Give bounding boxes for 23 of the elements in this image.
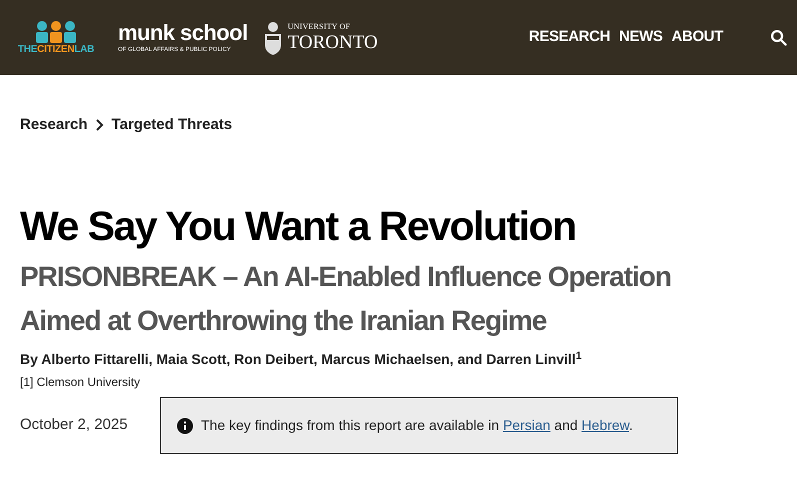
info-icon bbox=[177, 418, 193, 434]
notice-text: The key findings from this report are available in Persian and Hebrew. bbox=[201, 416, 633, 435]
nav-link[interactable]: NEWS bbox=[619, 26, 663, 49]
article-subtitle-line: PRISONBREAK – An AI-Enabled Influence Operation bbox=[20, 260, 672, 294]
citizenlab-logo-text[interactable]: THECITIZENLAB bbox=[18, 44, 94, 54]
byline: By Alberto Fittarelli, Maia Scott, Ron Deibert, Marcus Michaelsen, and Darren Linvill$^{1}$ bbox=[20, 349, 583, 369]
university-logo-name[interactable]: TORONTO bbox=[288, 33, 378, 52]
article-title: We Say You Want a Revolution bbox=[20, 202, 577, 251]
university-logo-line: UNIVERSITY OF bbox=[288, 23, 352, 31]
search-icon[interactable] bbox=[770, 29, 787, 46]
people-icon bbox=[35, 20, 77, 42]
affiliation-note: [1] Clemson University bbox=[20, 374, 142, 391]
language-link[interactable]: Persian bbox=[502, 417, 550, 433]
crest-icon bbox=[264, 20, 282, 54]
article-subtitle-line: Aimed at Overthrowing the Iranian Regime bbox=[20, 304, 548, 338]
nav-link[interactable]: RESEARCH bbox=[528, 26, 610, 49]
breadcrumb-link[interactable]: Research bbox=[20, 114, 88, 136]
chevron-right-icon bbox=[96, 119, 104, 131]
munk-school-logo-text[interactable]: munk school bbox=[118, 22, 248, 44]
language-link[interactable]: Hebrew bbox=[582, 417, 630, 433]
breadcrumb-link[interactable]: Targeted Threats bbox=[112, 114, 232, 136]
publish-date: October 2, 2025 bbox=[20, 415, 129, 436]
nav-link[interactable]: ABOUT bbox=[672, 26, 723, 49]
